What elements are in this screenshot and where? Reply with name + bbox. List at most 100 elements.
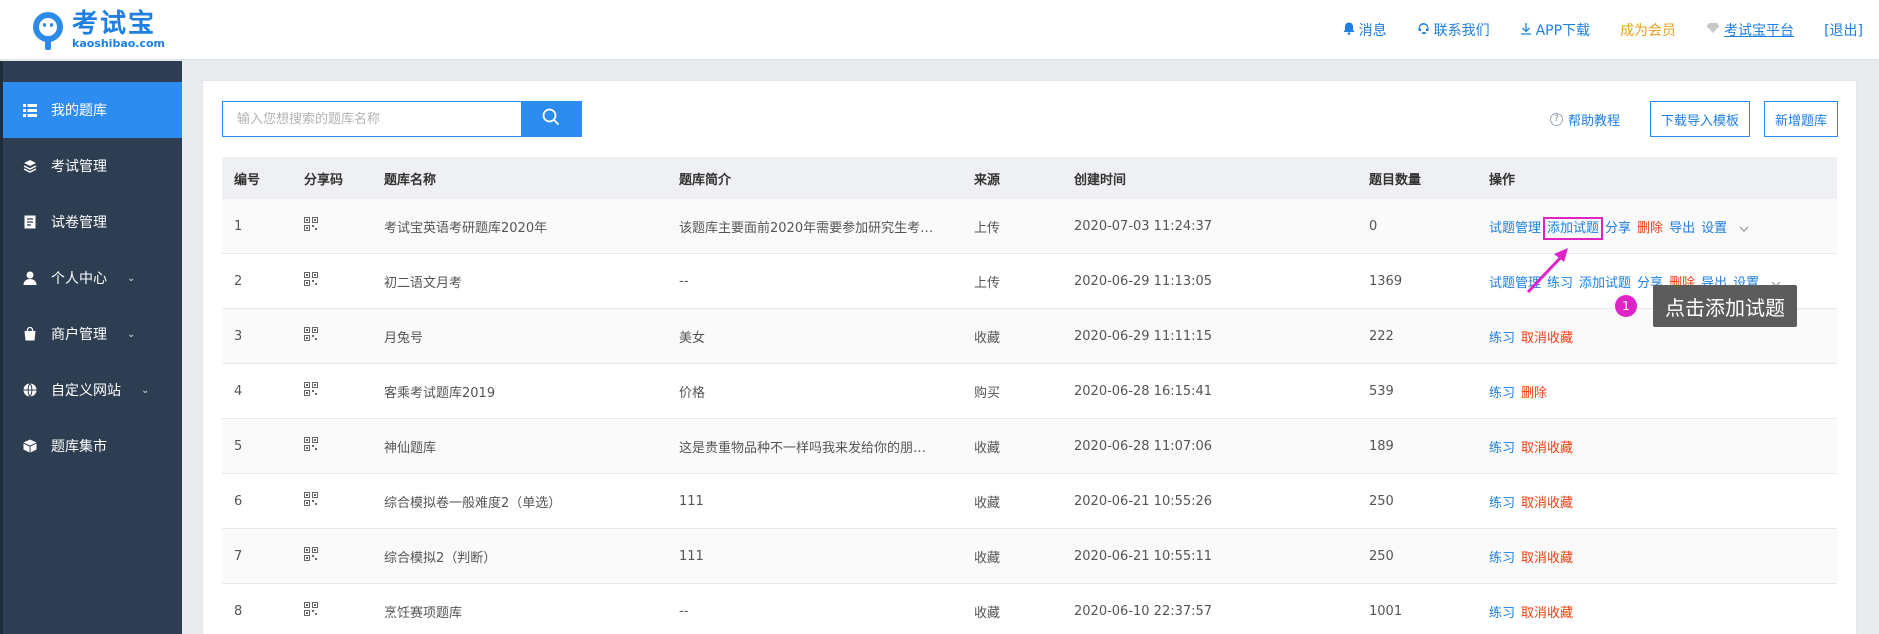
- operation-link[interactable]: 练习: [1489, 441, 1515, 456]
- share-code-cell: [292, 492, 372, 510]
- cell-id: 3: [234, 328, 243, 344]
- sidebar-item-exam-management[interactable]: 考试管理: [3, 138, 182, 194]
- cell-question-count: 1001: [1369, 603, 1403, 619]
- sidebar-item-label: 我的题库: [51, 103, 107, 119]
- column-header: 来源: [974, 172, 1001, 188]
- qr-code-icon[interactable]: [304, 492, 318, 506]
- annotation-tooltip: 点击添加试题: [1653, 285, 1797, 327]
- operation-link[interactable]: 取消收藏: [1521, 496, 1573, 511]
- operation-link[interactable]: 分享: [1605, 221, 1631, 236]
- sidebar-item-my-banks[interactable]: 我的题库: [3, 82, 182, 138]
- qr-code-icon[interactable]: [304, 437, 318, 451]
- operation-link[interactable]: 添加试题: [1543, 216, 1604, 240]
- document-icon: [22, 214, 38, 230]
- user-icon: [22, 270, 38, 286]
- operation-link[interactable]: 试题管理: [1489, 221, 1541, 236]
- cell-id: 7: [234, 548, 243, 564]
- operation-link[interactable]: 取消收藏: [1521, 606, 1573, 621]
- table-header: 编号 分享码 题库名称 题库简介 来源 创建时间 题目数量 操作: [222, 157, 1837, 199]
- column-header: 题目数量: [1369, 172, 1422, 188]
- cell-id: 5: [234, 438, 243, 454]
- messages-link[interactable]: 消息: [1343, 20, 1387, 40]
- operation-link[interactable]: 练习: [1489, 551, 1515, 566]
- table-row: 6 综合模拟卷一般难度2（单选） 111 收藏 2020-06-21 10:55:26 2…: [222, 474, 1837, 529]
- cell-id: 2: [234, 273, 243, 289]
- search-button[interactable]: [521, 102, 581, 136]
- search-input[interactable]: [223, 102, 521, 136]
- become-vip-link[interactable]: 成为会员: [1620, 20, 1676, 40]
- operation-link[interactable]: 删除: [1637, 221, 1663, 236]
- share-code-cell: [292, 602, 372, 620]
- sidebar-item-merchant-management[interactable]: 商户管理 ⌄: [3, 306, 182, 362]
- cell-intro: 价格: [679, 385, 706, 401]
- app-download-label: APP下载: [1535, 23, 1591, 39]
- sidebar-item-bank-market[interactable]: 题库集市: [3, 418, 182, 474]
- top-header: 考试宝 kaoshibao.com 消息 联系我们 APP下载 成为会员 考试宝…: [0, 0, 1879, 60]
- annotation-arrow-icon: [1526, 248, 1568, 294]
- share-code-cell: [292, 272, 372, 290]
- cell-created-time: 2020-07-03 11:24:37: [1074, 218, 1213, 234]
- contact-link[interactable]: 联系我们: [1417, 20, 1490, 40]
- platform-link[interactable]: 考试宝平台: [1706, 20, 1794, 40]
- share-code-cell: [292, 437, 372, 455]
- sidebar-item-label: 商户管理: [51, 327, 107, 343]
- qr-code-icon[interactable]: [304, 602, 318, 616]
- qr-code-icon[interactable]: [304, 382, 318, 396]
- sidebar-item-custom-website[interactable]: 自定义网站 ⌄: [3, 362, 182, 418]
- operation-link[interactable]: 练习: [1489, 496, 1515, 511]
- sidebar-item-personal-center[interactable]: 个人中心 ⌄: [3, 250, 182, 306]
- cell-bank-name: 综合模拟卷一般难度2（单选）: [384, 495, 562, 511]
- cell-intro: --: [679, 603, 689, 619]
- cell-id: 6: [234, 493, 243, 509]
- cell-source: 收藏: [974, 495, 1001, 511]
- logout-link[interactable]: [退出]: [1824, 20, 1863, 40]
- cell-question-count: 189: [1369, 438, 1394, 454]
- qr-code-icon[interactable]: [304, 272, 318, 286]
- operation-link[interactable]: 练习: [1489, 606, 1515, 621]
- operation-link[interactable]: 练习: [1489, 386, 1515, 401]
- sidebar: 我的题库 考试管理 试卷管理 个人中心 ⌄ 商户管理 ⌄ 自定义网站 ⌄ 题库集…: [0, 61, 182, 634]
- layers-icon: [22, 158, 38, 174]
- cell-intro: 该题库主要面前2020年需要参加研究生考…: [679, 220, 934, 236]
- logo[interactable]: 考试宝 kaoshibao.com: [30, 10, 165, 50]
- cell-source: 上传: [974, 220, 1001, 236]
- cell-operations: 试题管理 添加试题 分享 删除 导出 设置: [1477, 216, 1837, 240]
- platform-label: 考试宝平台: [1724, 23, 1795, 39]
- operation-link[interactable]: 取消收藏: [1521, 551, 1573, 566]
- cell-created-time: 2020-06-29 11:11:15: [1074, 328, 1213, 344]
- operation-link[interactable]: 删除: [1521, 386, 1547, 401]
- cell-bank-name: 烹饪赛项题库: [384, 605, 463, 621]
- cell-created-time: 2020-06-29 11:13:05: [1074, 273, 1213, 289]
- operation-link[interactable]: 取消收藏: [1521, 441, 1573, 456]
- app-download-link[interactable]: APP下载: [1520, 20, 1590, 40]
- cell-created-time: 2020-06-28 11:07:06: [1074, 438, 1213, 454]
- download-template-button[interactable]: 下载导入模板: [1649, 101, 1750, 137]
- bag-icon: [22, 326, 38, 342]
- cell-bank-name: 神仙题库: [384, 440, 437, 456]
- chevron-down-icon: ⌄: [141, 384, 150, 396]
- cell-source: 收藏: [974, 605, 1001, 621]
- qr-code-icon[interactable]: [304, 327, 318, 341]
- messages-label: 消息: [1358, 23, 1387, 39]
- operation-link[interactable]: 练习: [1489, 331, 1515, 346]
- operation-link[interactable]: 取消收藏: [1521, 331, 1573, 346]
- cell-operations: 练习 取消收藏: [1477, 492, 1837, 511]
- cell-operations: 练习 取消收藏: [1477, 547, 1837, 566]
- cell-intro: 美女: [679, 330, 706, 346]
- globe-icon: [22, 382, 38, 398]
- new-bank-button[interactable]: 新增题库: [1763, 101, 1838, 137]
- operation-link[interactable]: 设置: [1701, 221, 1727, 236]
- cell-bank-name: 客乘考试题库2019: [384, 385, 496, 401]
- sidebar-item-paper-management[interactable]: 试卷管理: [3, 194, 182, 250]
- table-row: 3 月兔号 美女 收藏 2020-06-29 11:11:15 222 练习 取消收藏: [222, 309, 1837, 364]
- cell-question-count: 250: [1369, 493, 1394, 509]
- help-link[interactable]: ? 帮助教程: [1549, 110, 1620, 129]
- operation-link[interactable]: 添加试题: [1579, 276, 1631, 291]
- qr-code-icon[interactable]: [304, 217, 318, 231]
- chevron-down-icon[interactable]: [1739, 224, 1749, 235]
- qr-code-icon[interactable]: [304, 547, 318, 561]
- logo-mascot-icon: [30, 10, 66, 50]
- cell-source: 收藏: [974, 330, 1001, 346]
- operation-link[interactable]: 导出: [1669, 221, 1695, 236]
- table-row: 4 客乘考试题库2019 价格 购买 2020-06-28 16:15:41 539 练习删…: [222, 364, 1837, 419]
